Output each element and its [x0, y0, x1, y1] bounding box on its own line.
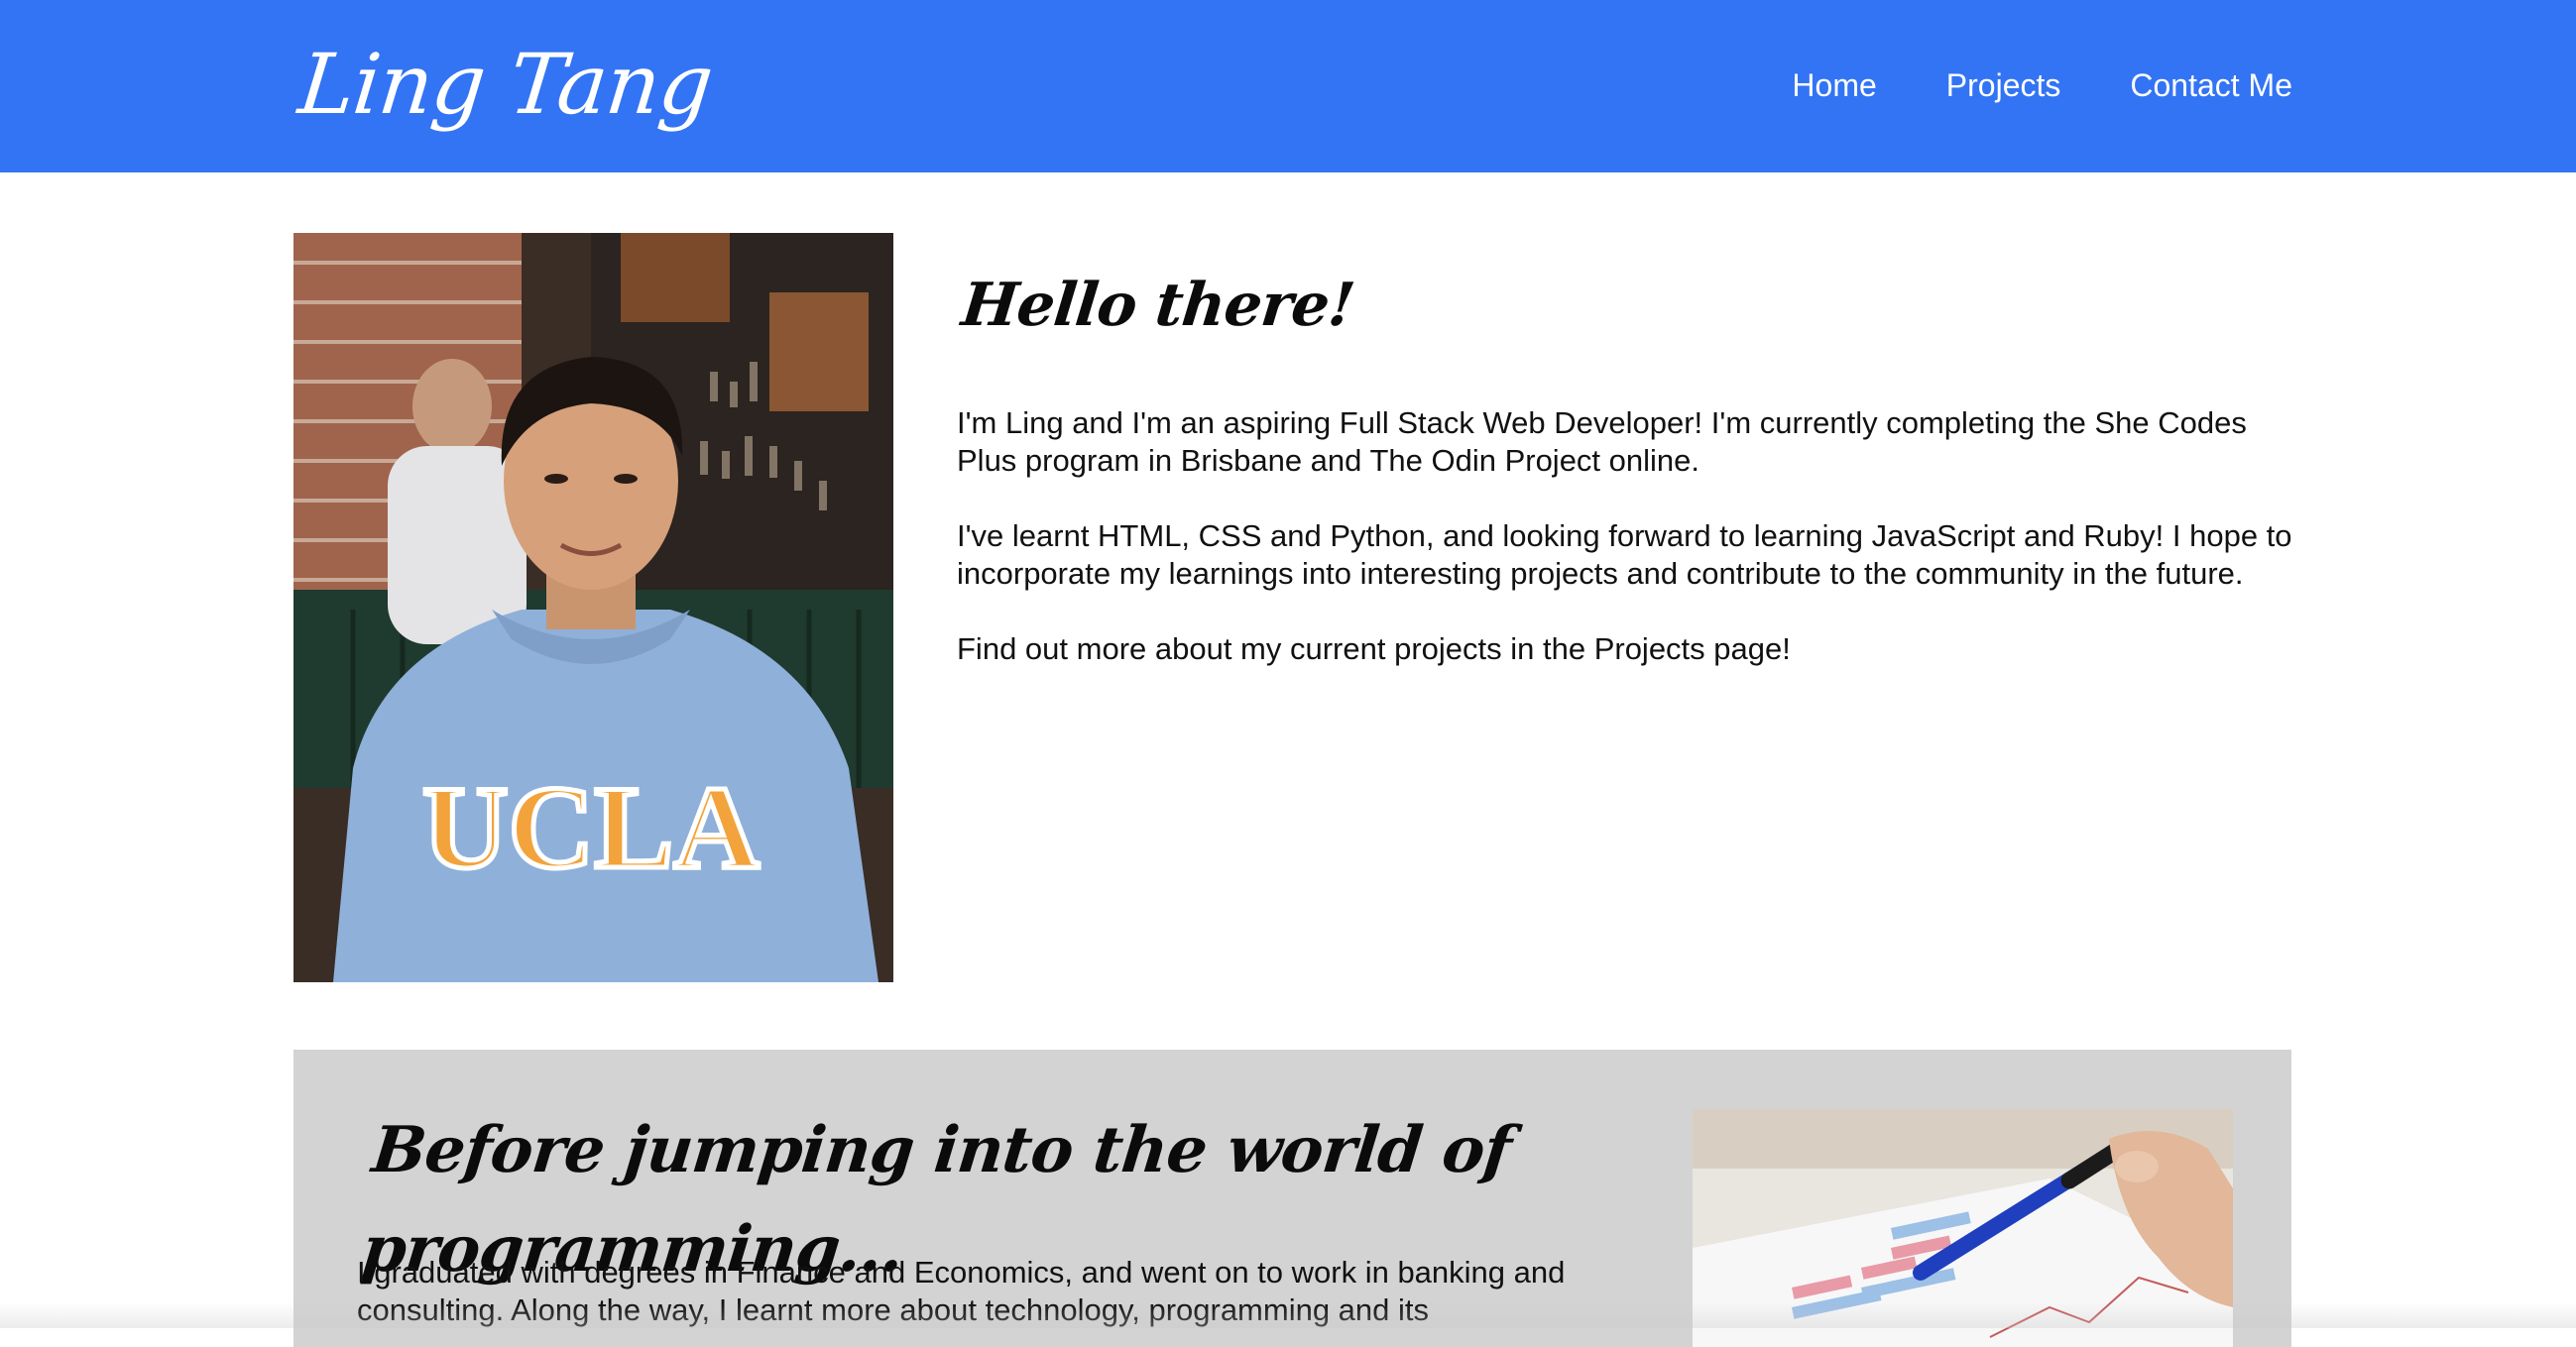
intro-paragraph: Find out more about my current projects …: [957, 631, 1791, 666]
nav-contact-link[interactable]: Contact Me: [2130, 57, 2292, 113]
ucla-lettering: UCLA: [422, 761, 760, 893]
site-header: Ling Tang Home Projects Contact Me: [0, 0, 2576, 172]
finance-chart-photo: [1693, 1109, 2233, 1347]
profile-photo: UCLA: [293, 233, 893, 982]
nav-projects-link[interactable]: Projects: [1946, 57, 2061, 113]
intro-section: Hello there! I'm Ling and I'm an aspirin…: [957, 256, 2295, 668]
background-section: Before jumping into the world of program…: [293, 1050, 2291, 1347]
site-logo[interactable]: Ling Tang: [293, 28, 718, 141]
background-paragraph: I graduated with degrees in Finance and …: [357, 1255, 1566, 1327]
intro-paragraph: I've learnt HTML, CSS and Python, and lo…: [957, 518, 2292, 591]
main-nav: Home Projects Contact Me: [1792, 57, 2292, 113]
intro-paragraph: I'm Ling and I'm an aspiring Full Stack …: [957, 405, 2247, 478]
intro-heading: Hello there!: [958, 271, 1357, 340]
nav-home-link[interactable]: Home: [1792, 57, 1876, 113]
